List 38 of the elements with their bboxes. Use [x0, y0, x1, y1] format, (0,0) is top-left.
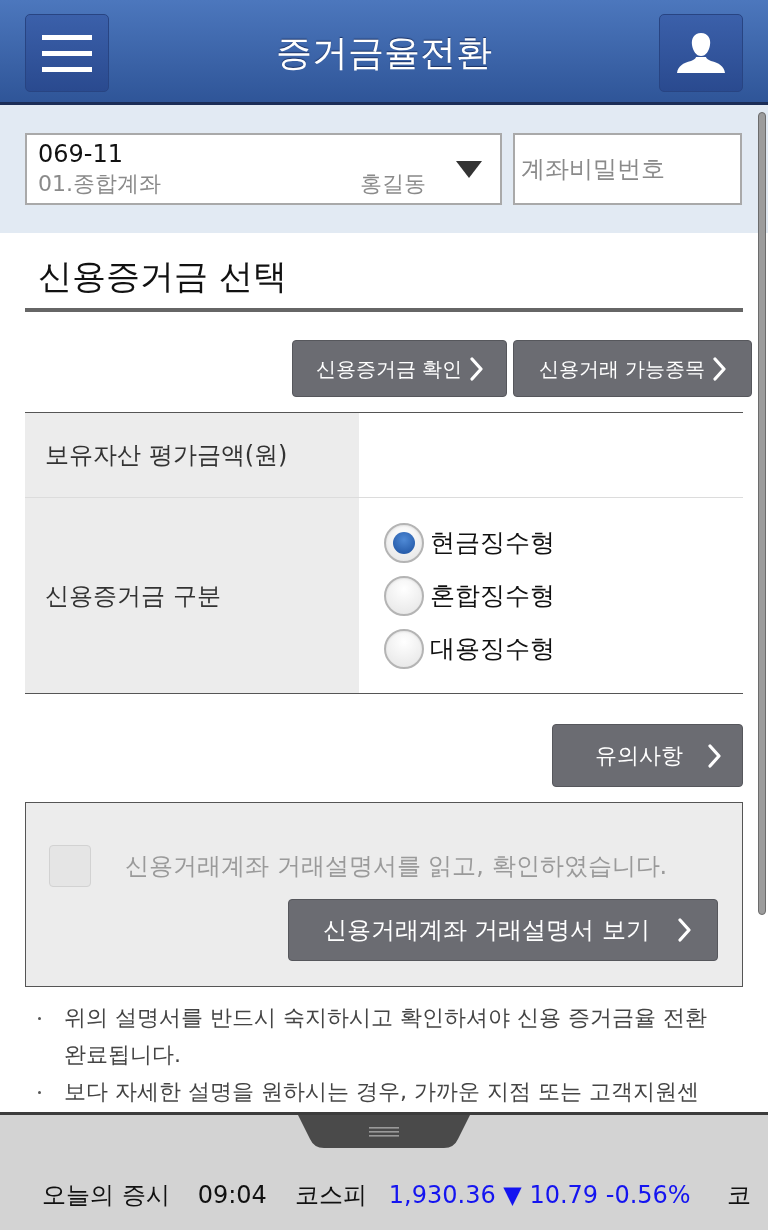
index-name[interactable]: 코 [726, 1178, 751, 1212]
account-select[interactable]: 069-11 01.종합계좌 홍길동 [25, 133, 502, 205]
bullet-icon [38, 1091, 41, 1094]
chevron-right-icon [707, 743, 721, 768]
note-text: 위의 설명서를 반드시 숙지하시고 확인하셔야 신용 증거금율 전환 완료됩니다. [64, 1004, 707, 1069]
dropdown-caret-icon [456, 160, 482, 178]
chevron-right-icon [678, 918, 692, 942]
menu-icon [42, 34, 92, 72]
account-owner: 홍길동 [360, 170, 426, 198]
field-label: 보유자산 평가금액(원) [25, 413, 359, 497]
index-name[interactable]: 코스피 [294, 1178, 367, 1212]
market-label: 오늘의 증시 [42, 1180, 170, 1211]
radio-button[interactable] [384, 575, 424, 616]
radio-button[interactable] [384, 628, 424, 669]
user-button[interactable] [659, 14, 743, 92]
margin-check-button[interactable]: 신용증거금 확인 [292, 340, 507, 397]
agreement-text: 신용거래계좌 거래설명서를 읽고, 확인하였습니다. [125, 851, 668, 882]
page-title: 증거금율전환 [276, 31, 492, 75]
radio-label: 대용징수형 [430, 632, 555, 665]
index-quote: 1,930.36 ▼ 10.79 -0.56% [388, 1180, 691, 1211]
radio-label: 현금징수형 [430, 526, 555, 559]
drawer-handle[interactable] [298, 1115, 470, 1148]
menu-button[interactable] [25, 14, 109, 92]
eligible-stocks-button[interactable]: 신용거래 가능종목 [513, 340, 752, 397]
bullet-icon [38, 1017, 41, 1020]
field-label: 신용증거금 구분 [25, 498, 359, 693]
notice-button[interactable]: 유의사항 [552, 724, 743, 787]
chevron-right-icon [713, 356, 727, 381]
account-type: 01.종합계좌 [38, 170, 162, 198]
market-time: 09:04 [197, 1180, 267, 1211]
radio-label: 혼합징수형 [430, 579, 555, 612]
chevron-right-icon [470, 356, 484, 381]
section-title: 신용증거금 선택 [25, 233, 743, 312]
user-icon [677, 33, 725, 73]
password-field[interactable]: 계좌비밀번호 [513, 133, 742, 205]
radio-button[interactable] [384, 522, 424, 563]
note-text: 보다 자세한 설명을 원하시는 경우, 가까운 지점 또는 고객지원센 [64, 1078, 699, 1106]
account-number: 069-11 [38, 139, 124, 169]
